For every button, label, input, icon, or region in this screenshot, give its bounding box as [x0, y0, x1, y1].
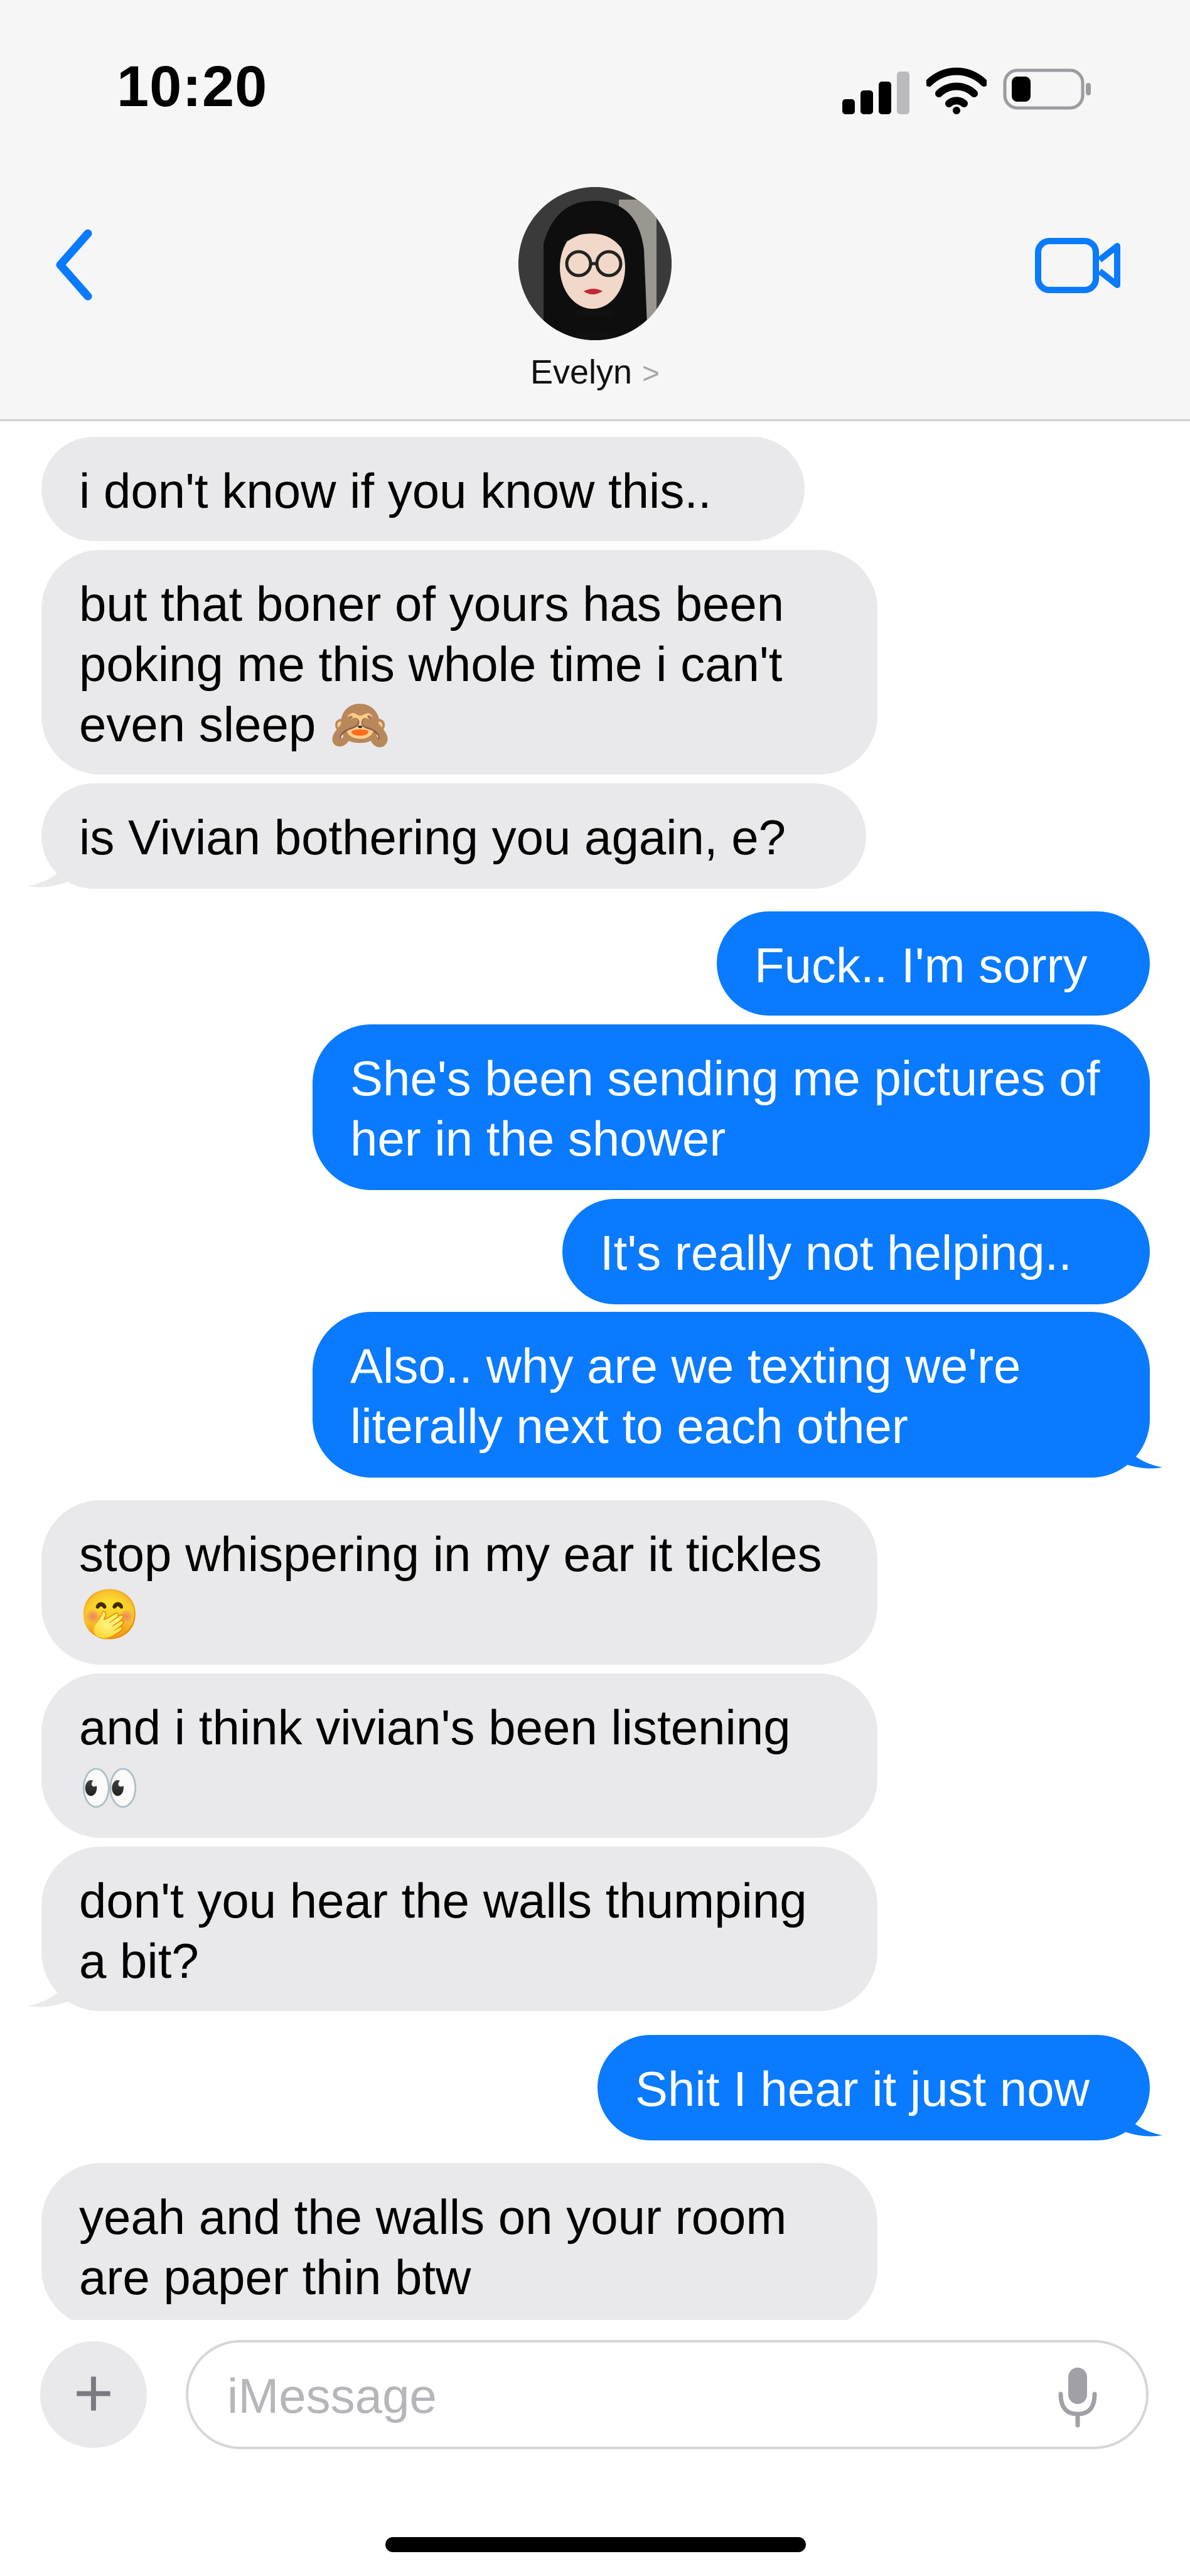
- cellular-signal-icon: [842, 70, 910, 114]
- microphone-icon[interactable]: [1056, 2365, 1100, 2428]
- wifi-icon: [926, 67, 987, 114]
- contact-name[interactable]: Evelyn >: [0, 353, 1190, 392]
- contact-avatar[interactable]: [518, 187, 672, 340]
- chevron-left-icon[interactable]: [49, 227, 99, 303]
- battery-icon: [1003, 68, 1091, 110]
- message-bubble-incoming[interactable]: yeah and the walls on your room are pape…: [41, 2163, 877, 2327]
- message-bubble-incoming[interactable]: don't you hear the walls thumping a bit?: [41, 1847, 877, 2011]
- input-placeholder: iMessage: [227, 2368, 437, 2423]
- message-bubble-incoming[interactable]: is Vivian bothering you again, e?: [41, 783, 866, 889]
- message-bubble-outgoing[interactable]: Fuck.. I'm sorry: [717, 911, 1150, 1016]
- message-bubble-outgoing[interactable]: Also.. why are we texting we're literall…: [313, 1312, 1150, 1478]
- message-bubble-outgoing[interactable]: It's really not helping..: [562, 1199, 1150, 1304]
- message-bubble-incoming[interactable]: i don't know if you know this..: [41, 437, 805, 541]
- status-time: 10:20: [117, 55, 268, 119]
- home-indicator[interactable]: [385, 2537, 806, 2552]
- imessage-input[interactable]: iMessage: [186, 2340, 1149, 2449]
- chevron-right-icon: >: [642, 357, 660, 390]
- message-bubble-incoming[interactable]: and i think vivian's been listening 👀: [41, 1673, 877, 1838]
- message-bubble-incoming[interactable]: stop whispering in my ear it tickles 🤭: [41, 1500, 877, 1665]
- message-bubble-outgoing[interactable]: She's been sending me pictures of her in…: [313, 1024, 1150, 1190]
- conversation-header: 10:20 Evelyn >: [0, 0, 1190, 421]
- message-bubble-incoming[interactable]: but that boner of yours has been poking …: [41, 550, 877, 775]
- message-bubble-outgoing[interactable]: Shit I hear it just now: [598, 2035, 1150, 2140]
- video-camera-icon[interactable]: [1034, 237, 1122, 294]
- apps-plus-button[interactable]: +: [40, 2341, 147, 2448]
